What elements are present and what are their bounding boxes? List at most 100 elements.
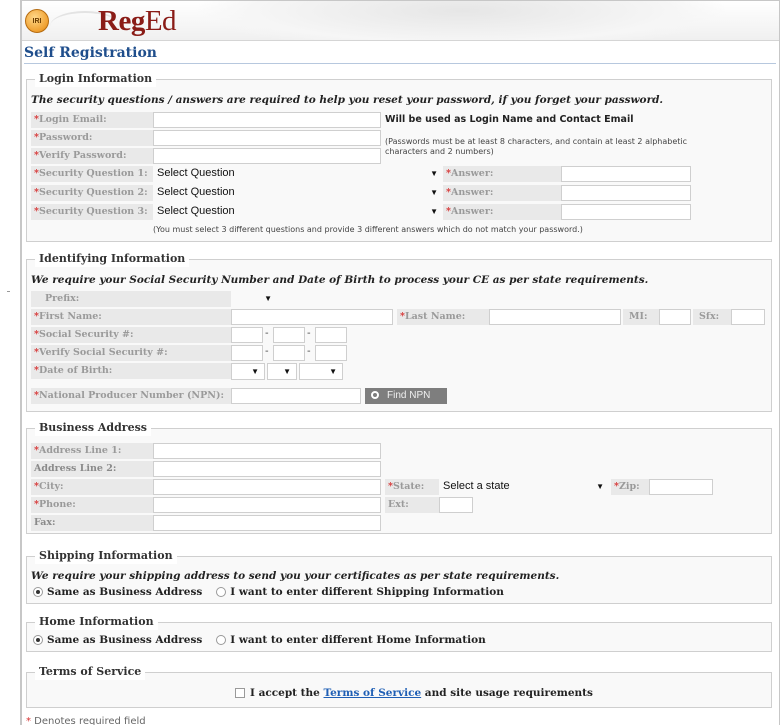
identifying-information-section: Identifying Information We require your … xyxy=(26,251,772,412)
zip-label: *Zip: xyxy=(611,479,649,495)
home-options: Same as Business Address I want to enter… xyxy=(33,634,486,646)
phone-label: *Phone: xyxy=(31,497,153,513)
security-question-1-select[interactable]: Select Question ▼ xyxy=(153,166,443,183)
fax-input[interactable] xyxy=(153,515,381,531)
answer-1-input[interactable] xyxy=(561,166,691,182)
home-different-radio[interactable] xyxy=(216,635,227,645)
logo-reg: Reg xyxy=(98,5,145,37)
first-name-label: *First Name: xyxy=(31,309,231,325)
security-question-3-label-text: Security Question 3: xyxy=(38,206,148,217)
security-question-2-label: *Security Question 2: xyxy=(31,185,153,201)
iri-logo-badge: IRI xyxy=(25,9,49,33)
security-question-1-label: *Security Question 1: xyxy=(31,166,153,182)
verify-ssn-part-3-input[interactable] xyxy=(315,345,347,361)
login-note: The security questions / answers are req… xyxy=(31,94,664,106)
sfx-input[interactable] xyxy=(731,309,765,325)
shipping-different-label: I want to enter different Shipping Infor… xyxy=(230,586,504,598)
shipping-options: Same as Business Address I want to enter… xyxy=(33,586,504,598)
zip-input[interactable] xyxy=(649,479,713,495)
dob-year-select[interactable]: ▼ xyxy=(299,363,343,380)
answer-3-input[interactable] xyxy=(561,204,691,220)
terms-suffix: and site usage requirements xyxy=(421,687,593,699)
city-input[interactable] xyxy=(153,479,381,495)
sfx-label: Sfx: xyxy=(693,309,731,325)
phone-label-text: Phone: xyxy=(38,499,76,510)
chevron-down-icon: ▼ xyxy=(596,482,604,491)
security-question-3-select[interactable]: Select Question ▼ xyxy=(153,204,443,221)
reged-logo: RegEd xyxy=(98,5,177,38)
security-question-3-value: Select Question xyxy=(157,205,235,217)
header-swoosh xyxy=(192,1,732,40)
address-line-1-label: *Address Line 1: xyxy=(31,443,153,459)
home-information-section: Home Information Same as Business Addres… xyxy=(26,614,772,652)
chevron-down-icon: ▼ xyxy=(264,294,272,303)
answer-2-label-text: Answer: xyxy=(450,187,494,198)
identifying-note: We require your Social Security Number a… xyxy=(31,274,649,286)
first-name-input[interactable] xyxy=(231,309,393,325)
ssn-part-2-input[interactable] xyxy=(273,327,305,343)
find-npn-label: Find NPN xyxy=(387,390,431,401)
ssn-part-3-input[interactable] xyxy=(315,327,347,343)
fax-label: Fax: xyxy=(31,515,153,531)
last-name-label: *Last Name: xyxy=(397,309,489,325)
mi-input[interactable] xyxy=(659,309,691,325)
password-rule: (Passwords must be at least 8 characters… xyxy=(385,137,687,156)
shipping-same-radio[interactable] xyxy=(33,587,43,597)
ssn-label-text: Social Security #: xyxy=(38,329,134,340)
iri-logo-text: IRI xyxy=(32,17,42,25)
npn-input[interactable] xyxy=(231,388,361,404)
login-email-label-text: Login Email: xyxy=(38,114,107,125)
state-label-text: State: xyxy=(392,481,425,492)
chevron-down-icon: ▼ xyxy=(251,367,259,376)
login-information-section: Login Information The security questions… xyxy=(26,71,772,242)
security-question-2-select[interactable]: Select Question ▼ xyxy=(153,185,443,202)
header: IRI RegEd xyxy=(22,1,779,41)
home-different-label: I want to enter different Home Informati… xyxy=(230,634,486,646)
verify-ssn-dash-2: - xyxy=(307,346,311,357)
zip-label-text: Zip: xyxy=(618,481,640,492)
city-label-text: City: xyxy=(38,481,64,492)
phone-input[interactable] xyxy=(153,497,381,513)
verify-ssn-part-1-input[interactable] xyxy=(231,345,263,361)
terms-of-service-link[interactable]: Terms of Service xyxy=(324,687,422,699)
answer-2-input[interactable] xyxy=(561,185,691,201)
logo-ed: Ed xyxy=(144,5,177,37)
page-title: Self Registration xyxy=(24,45,157,61)
shipping-same-label: Same as Business Address xyxy=(47,586,203,598)
security-question-3-label: *Security Question 3: xyxy=(31,204,153,220)
shipping-different-radio[interactable] xyxy=(216,587,227,597)
page-frame: IRI RegEd Self Registration Login Inform… xyxy=(20,0,780,725)
login-email-label: *Login Email: xyxy=(31,112,153,128)
dob-month-select[interactable]: ▼ xyxy=(231,363,265,380)
prefix-select[interactable]: ▼ xyxy=(231,291,277,308)
first-name-label-text: First Name: xyxy=(38,311,102,322)
terms-prefix: I accept the xyxy=(250,687,324,699)
business-legend: Business Address xyxy=(35,420,151,436)
ext-input[interactable] xyxy=(439,497,473,513)
terms-checkbox[interactable] xyxy=(235,688,245,698)
password-input[interactable] xyxy=(153,130,381,146)
last-name-input[interactable] xyxy=(489,309,621,325)
chevron-down-icon: ▼ xyxy=(283,367,291,376)
state-select[interactable]: Select a state ▼ xyxy=(439,479,609,496)
verify-ssn-label-text: Verify Social Security #: xyxy=(38,347,168,358)
ssn-dash-2: - xyxy=(307,328,311,339)
verify-ssn-part-2-input[interactable] xyxy=(273,345,305,361)
required-footnote: * Denotes required field xyxy=(26,716,146,725)
ssn-part-1-input[interactable] xyxy=(231,327,263,343)
verify-password-input[interactable] xyxy=(153,148,381,164)
password-label: *Password: xyxy=(31,130,153,146)
terms-row: I accept the Terms of Service and site u… xyxy=(235,687,593,699)
address-line-2-input[interactable] xyxy=(153,461,381,477)
address-line-1-input[interactable] xyxy=(153,443,381,459)
login-email-input[interactable] xyxy=(153,112,381,128)
answer-1-label: *Answer: xyxy=(443,166,561,182)
home-same-radio[interactable] xyxy=(33,635,43,645)
dob-label: *Date of Birth: xyxy=(31,363,231,379)
verify-password-label: *Verify Password: xyxy=(31,148,153,164)
footnote-text: Denotes required field xyxy=(31,716,146,725)
security-question-1-label-text: Security Question 1: xyxy=(38,168,148,179)
dob-day-select[interactable]: ▼ xyxy=(267,363,297,380)
find-npn-button[interactable]: Find NPN xyxy=(365,388,447,404)
address-line-2-label: Address Line 2: xyxy=(31,461,153,477)
